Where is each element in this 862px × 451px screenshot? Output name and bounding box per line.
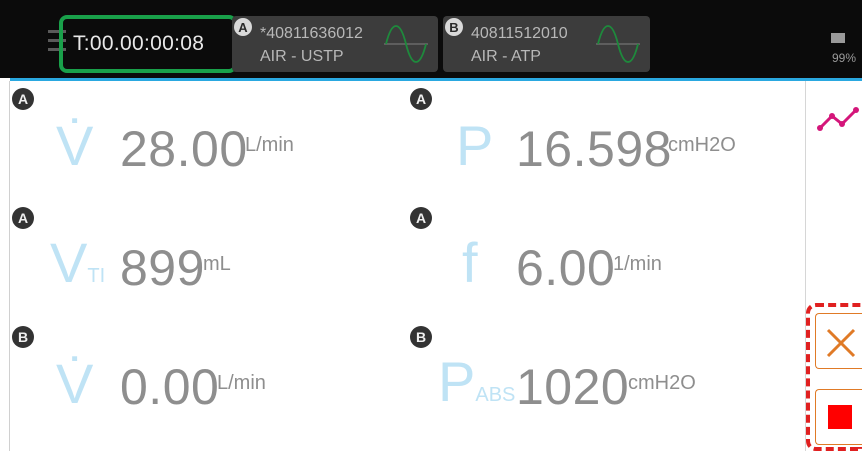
source-badge: B [410,326,432,348]
measurement-unit: L/min [245,134,294,156]
measurement-value: 6.00 [516,240,616,296]
measurement-unit: L/min [217,372,266,394]
measurement-frequency-a[interactable]: A f 6.00 1/min [410,207,790,317]
measurement-flow-a[interactable]: A V̇ 28.00 L/min [12,88,392,198]
measurement-unit: cmH2O [668,134,736,156]
battery-percent: 99% [832,51,857,65]
cancel-button[interactable] [815,313,862,369]
measurement-value: 1020 [516,359,630,415]
source-badge: A [410,88,432,110]
pressure-symbol: P [456,114,494,177]
measurement-value: 28.00 [120,121,248,177]
pressure-symbol: PABS [438,354,515,410]
measurement-volume-a[interactable]: A VTI 899 mL [12,207,392,317]
device-mode-b: AIR - ATP [471,48,541,65]
measurement-unit: cmH2O [628,372,696,394]
measurement-value: 16.598 [516,121,672,177]
pressure-subscript: ABS [475,384,516,406]
close-icon [826,328,856,358]
device-mode-a: AIR - USTP [260,48,344,65]
battery-icon [831,33,845,43]
elapsed-timer[interactable]: T:00.00:00:08 [59,15,237,73]
device-tab-b[interactable]: B 40811512010 AIR - ATP [443,16,650,72]
timer-text: T:00.00:00:08 [73,32,205,55]
frequency-symbol: f [462,231,478,294]
stop-button[interactable] [815,389,862,445]
measurement-pressure-abs-b[interactable]: B PABS 1020 cmH2O [410,326,790,436]
measurement-unit: mL [203,253,231,275]
measurement-flow-b[interactable]: B V̇ 0.00 L/min [12,326,392,436]
source-badge: A [12,207,34,229]
measurement-pressure-a[interactable]: A P 16.598 cmH2O [410,88,790,198]
left-border [9,81,10,451]
device-tab-a[interactable]: A *40811636012 AIR - USTP [232,16,438,72]
device-badge-b: B [445,18,463,36]
volume-symbol-letter: V [50,231,88,294]
pressure-symbol-letter: P [438,350,476,413]
measurement-unit: 1/min [613,253,662,275]
volume-symbol: VTI [50,235,105,291]
measurement-value: 899 [120,240,205,296]
device-serial-b: 40811512010 [471,25,568,42]
stop-icon [828,405,852,429]
header-accent-line [10,78,862,81]
device-badge-a: A [234,18,252,36]
sine-wave-icon [596,25,640,63]
flow-symbol: V̇ [56,352,94,415]
volume-subscript: TI [87,265,106,287]
device-serial-a: *40811636012 [260,25,363,42]
flow-symbol: V̇ [56,114,94,177]
source-badge: B [12,326,34,348]
source-badge: A [410,207,432,229]
trend-graph-icon[interactable] [816,104,862,134]
measurement-value: 0.00 [120,359,220,415]
sine-wave-icon [384,25,428,63]
source-badge: A [12,88,34,110]
